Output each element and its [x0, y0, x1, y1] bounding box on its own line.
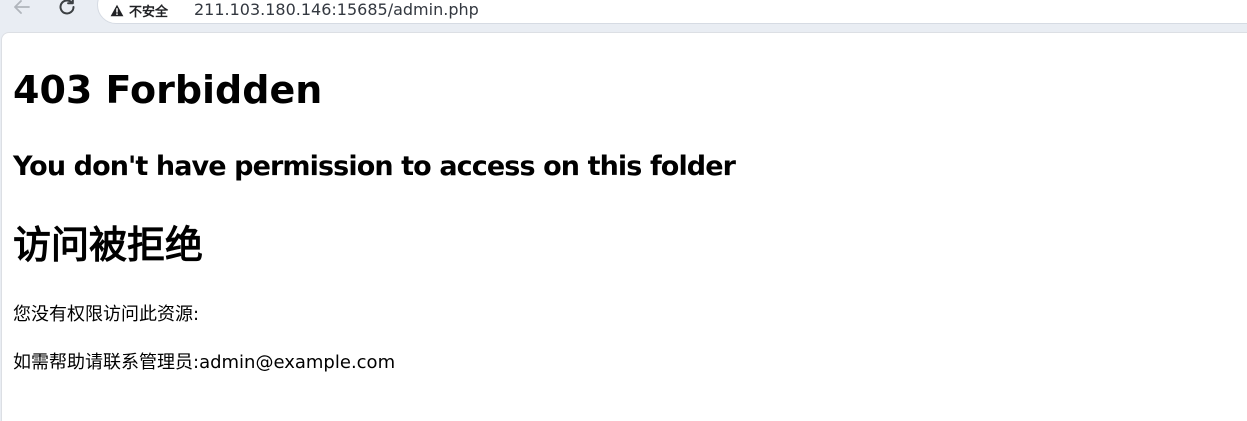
page-content: 403 Forbidden You don't have permission … — [1, 32, 1247, 421]
security-label: 不安全 — [129, 4, 169, 20]
back-button[interactable] — [8, 0, 36, 20]
reload-button[interactable] — [53, 0, 81, 20]
url-text[interactable]: 211.103.180.146:15685/admin.php — [194, 0, 479, 20]
message-contact-admin: 如需帮助请联系管理员:admin@example.com — [13, 352, 396, 373]
page-subtitle: You don't have permission to access on t… — [13, 151, 736, 182]
page-title: 403 Forbidden — [13, 68, 323, 112]
arrow-left-icon — [14, 0, 30, 14]
warning-triangle-icon — [110, 4, 124, 16]
address-bar[interactable]: 不安全 211.103.180.146:15685/admin.php — [97, 0, 1247, 24]
browser-toolbar: 不安全 211.103.180.146:15685/admin.php — [0, 0, 1247, 28]
reload-icon — [59, 0, 75, 15]
page-title-cn: 访问被拒绝 — [13, 223, 204, 267]
message-no-permission: 您没有权限访问此资源: — [13, 304, 200, 325]
security-indicator[interactable]: 不安全 — [110, 0, 168, 20]
